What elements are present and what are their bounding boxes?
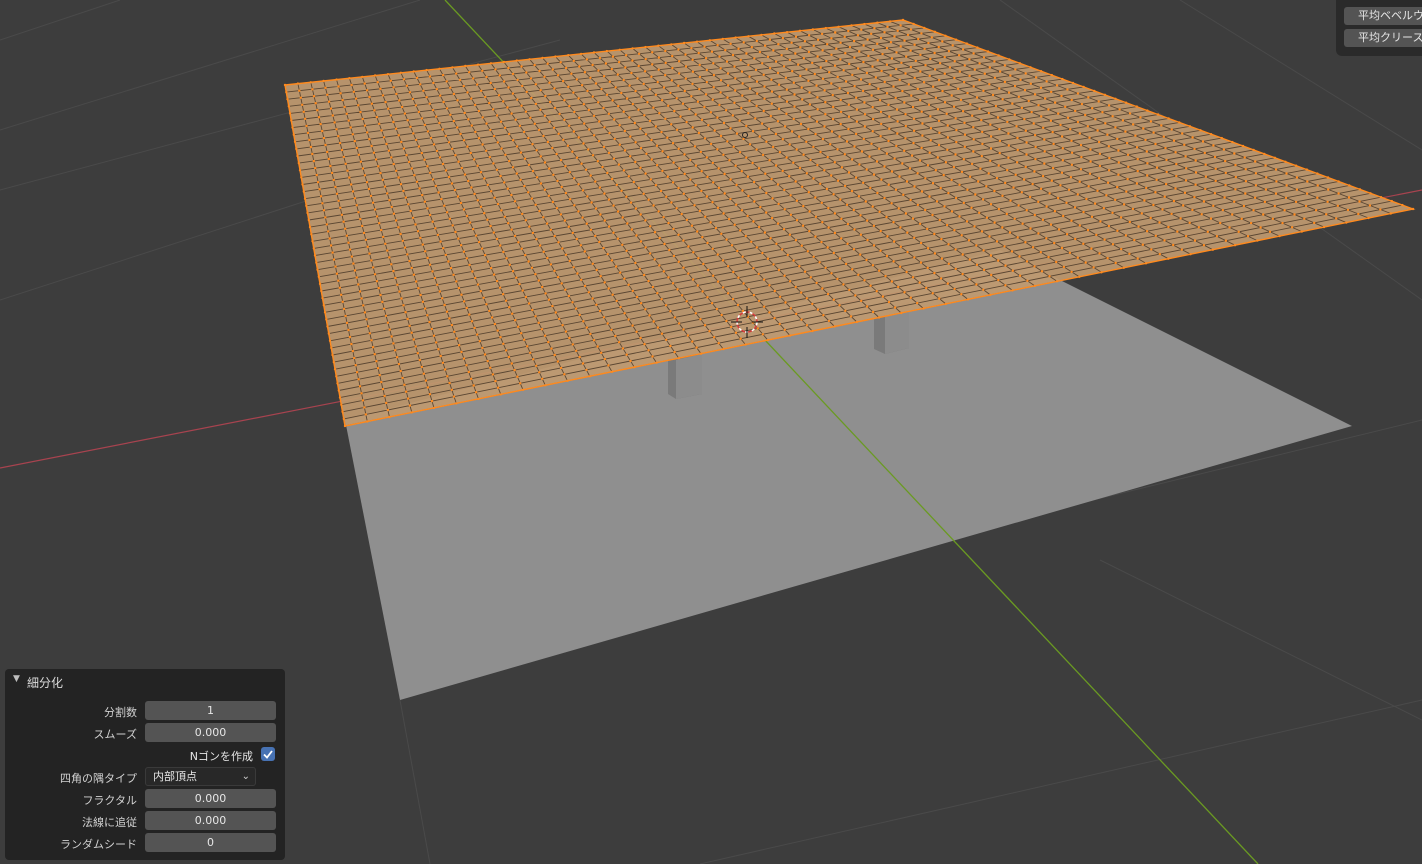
chevron-down-icon: ⌄: [241, 771, 250, 782]
smoothness-field[interactable]: 0.000: [145, 723, 276, 742]
mean-bevel-weight-button[interactable]: 平均ベベルウェイト: [1344, 7, 1422, 25]
operator-title: 細分化: [27, 676, 64, 690]
cuts-row: 分割数 1: [5, 701, 285, 721]
fractal-label: フラクタル: [82, 794, 137, 807]
random-seed-field[interactable]: 0: [145, 833, 276, 852]
collapse-triangle-icon[interactable]: ▼: [13, 674, 20, 684]
fractal-field[interactable]: 0.000: [145, 789, 276, 808]
along-normal-field[interactable]: 0.000: [145, 811, 276, 830]
operator-panel-header[interactable]: ▼ 細分化: [5, 669, 285, 693]
subdivide-operator-panel: ▼ 細分化 分割数 1 スムーズ 0.000 Nゴンを作成 四角の隅タイプ 内部…: [5, 669, 285, 860]
fractal-row: フラクタル 0.000: [5, 789, 285, 809]
quad-corner-type-value: 内部頂点: [153, 770, 197, 783]
quad-corner-type-row: 四角の隅タイプ 内部頂点 ⌄: [5, 767, 285, 787]
create-ngons-label[interactable]: Nゴンを作成: [190, 748, 253, 764]
random-seed-row: ランダムシード 0: [5, 833, 285, 853]
quad-corner-type-select[interactable]: 内部頂点 ⌄: [145, 767, 256, 786]
smoothness-label: スムーズ: [93, 728, 137, 741]
quad-corner-type-label: 四角の隅タイプ: [60, 772, 137, 785]
mean-crease-button[interactable]: 平均クリース: [1344, 29, 1422, 47]
smoothness-row: スムーズ 0.000: [5, 723, 285, 743]
along-normal-label: 法線に追従: [82, 816, 137, 829]
create-ngons-checkbox[interactable]: [261, 747, 275, 761]
cuts-label: 分割数: [104, 706, 137, 719]
viewport-header-region: 平均ベベルウェイト 平均クリース: [1336, 0, 1422, 56]
random-seed-label: ランダムシード: [60, 838, 137, 851]
create-ngons-row: Nゴンを作成: [5, 745, 285, 765]
checkmark-icon: [263, 750, 273, 759]
cuts-field[interactable]: 1: [145, 701, 276, 720]
along-normal-row: 法線に追従 0.000: [5, 811, 285, 831]
